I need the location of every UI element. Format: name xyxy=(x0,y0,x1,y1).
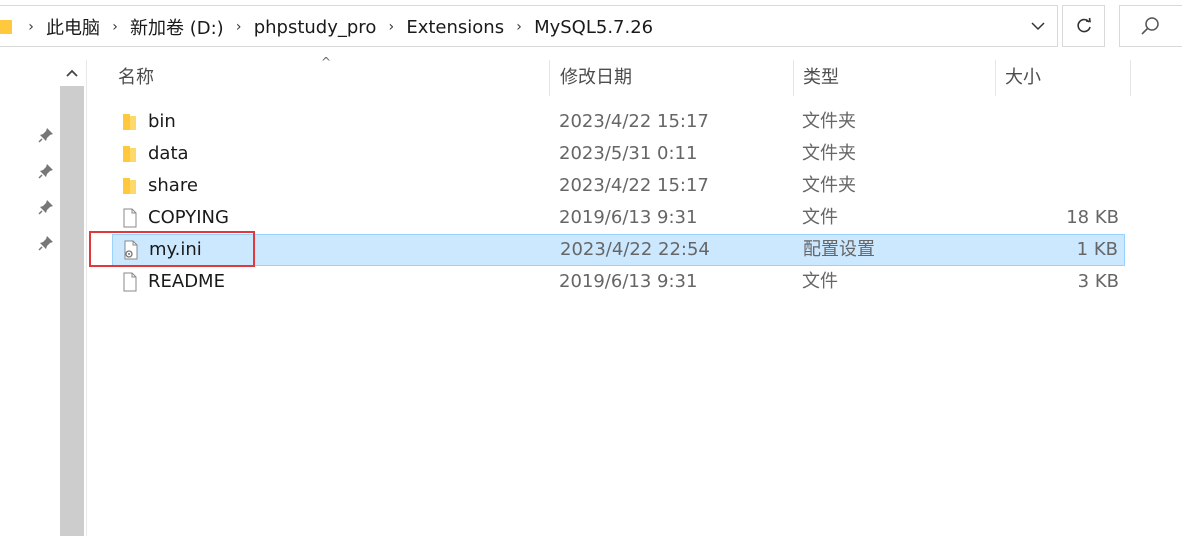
file-name: README xyxy=(148,271,225,292)
address-bar[interactable]: › 此电脑 › 新加卷 (D:) › phpstudy_pro › Extens… xyxy=(0,5,1058,47)
breadcrumb-item-mysql[interactable]: MySQL5.7.26 xyxy=(530,17,657,38)
column-header-size[interactable]: 大小 xyxy=(995,60,1130,96)
table-row[interactable]: my.ini 2023/4/22 22:54 配置设置 1 KB xyxy=(112,234,1125,266)
file-size: 18 KB xyxy=(1066,207,1119,228)
breadcrumb-item-this-pc[interactable]: 此电脑 xyxy=(42,14,104,40)
file-size: 3 KB xyxy=(1077,271,1119,292)
search-box[interactable] xyxy=(1119,5,1182,47)
search-icon xyxy=(1141,17,1159,35)
chevron-right-icon[interactable]: › xyxy=(380,19,402,35)
table-row[interactable]: README 2019/6/13 9:31 文件 3 KB xyxy=(112,266,1125,298)
pin-icon[interactable] xyxy=(38,199,54,215)
file-name: COPYING xyxy=(148,207,229,228)
address-bar-area: › 此电脑 › 新加卷 (D:) › phpstudy_pro › Extens… xyxy=(0,0,1182,52)
settings-file-icon xyxy=(124,240,138,260)
file-type: 文件夹 xyxy=(802,143,856,164)
file-type: 文件 xyxy=(802,207,838,228)
file-date: 2019/6/13 9:31 xyxy=(559,207,698,228)
refresh-button[interactable] xyxy=(1062,5,1105,47)
chevron-right-icon[interactable]: › xyxy=(508,19,530,35)
nav-scrollbar[interactable] xyxy=(60,60,84,536)
table-row[interactable]: COPYING 2019/6/13 9:31 文件 18 KB xyxy=(112,202,1125,234)
file-type: 文件 xyxy=(802,271,838,292)
file-type: 文件夹 xyxy=(802,175,856,196)
folder-icon xyxy=(123,114,136,130)
pin-icon[interactable] xyxy=(38,163,54,179)
pin-icon[interactable] xyxy=(38,235,54,251)
file-type: 配置设置 xyxy=(803,239,875,260)
chevron-down-icon xyxy=(1031,22,1045,31)
file-type: 文件夹 xyxy=(802,111,856,132)
column-header-type[interactable]: 类型 xyxy=(793,60,995,96)
breadcrumb-item-extensions[interactable]: Extensions xyxy=(402,17,508,38)
file-list: ^ 名称 修改日期 类型 大小 bin 2023/4/22 15:17 文件夹 … xyxy=(88,52,1182,536)
scroll-thumb[interactable] xyxy=(60,86,84,536)
document-icon xyxy=(123,208,137,228)
breadcrumb-item-phpstudy[interactable]: phpstudy_pro xyxy=(250,17,381,38)
navigation-pane xyxy=(0,52,60,536)
column-header-date[interactable]: 修改日期 xyxy=(550,60,793,96)
table-row[interactable]: data 2023/5/31 0:11 文件夹 xyxy=(112,138,1125,170)
folder-icon xyxy=(123,146,136,162)
table-row[interactable]: share 2023/4/22 15:17 文件夹 xyxy=(112,170,1125,202)
column-header-name[interactable]: 名称 xyxy=(108,60,550,96)
scroll-up-button[interactable] xyxy=(60,60,84,86)
refresh-icon xyxy=(1076,17,1091,33)
file-name: share xyxy=(148,175,198,196)
file-date: 2019/6/13 9:31 xyxy=(559,271,698,292)
breadcrumb-item-drive[interactable]: 新加卷 (D:) xyxy=(126,14,228,40)
folder-icon xyxy=(123,178,136,194)
address-history-button[interactable] xyxy=(1020,5,1056,47)
table-row[interactable]: bin 2023/4/22 15:17 文件夹 xyxy=(112,106,1125,138)
file-date: 2023/5/31 0:11 xyxy=(559,143,698,164)
folder-icon xyxy=(0,18,12,36)
chevron-right-icon[interactable]: › xyxy=(228,19,250,35)
chevron-up-icon xyxy=(66,69,78,77)
file-date: 2023/4/22 15:17 xyxy=(559,175,709,196)
file-size: 1 KB xyxy=(1076,239,1118,260)
column-separator[interactable] xyxy=(1130,60,1131,96)
file-date: 2023/4/22 22:54 xyxy=(560,239,710,260)
chevron-right-icon[interactable]: › xyxy=(20,19,42,35)
file-name: my.ini xyxy=(149,239,202,260)
breadcrumb: › 此电脑 › 新加卷 (D:) › phpstudy_pro › Extens… xyxy=(0,6,657,48)
file-name: data xyxy=(148,143,189,164)
file-date: 2023/4/22 15:17 xyxy=(559,111,709,132)
pin-icon[interactable] xyxy=(38,127,54,143)
chevron-right-icon[interactable]: › xyxy=(104,19,126,35)
file-name: bin xyxy=(148,111,176,132)
pane-divider xyxy=(86,60,87,536)
document-icon xyxy=(123,272,137,292)
